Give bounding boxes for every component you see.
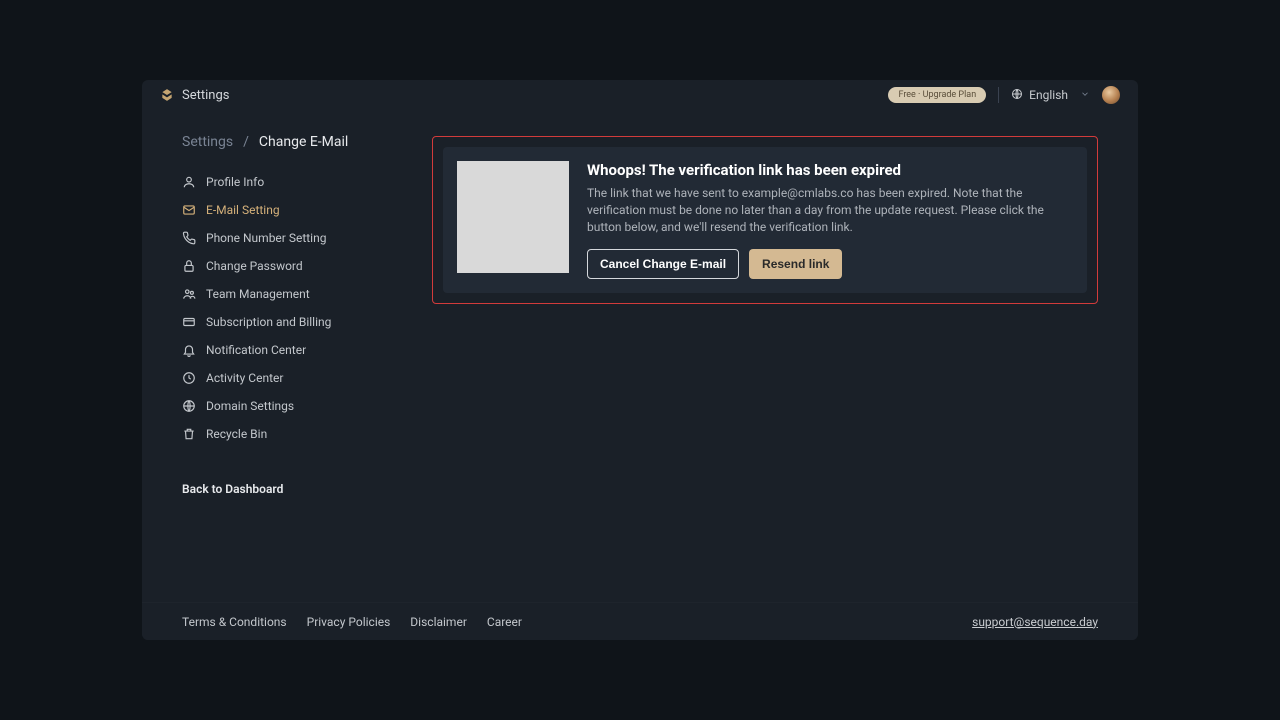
card-icon	[182, 315, 196, 329]
nav-label: Profile Info	[206, 175, 264, 189]
nav-label: Recycle Bin	[206, 427, 267, 441]
app-logo-icon	[160, 88, 174, 102]
mail-icon	[182, 203, 196, 217]
alert-content: Whoops! The verification link has been e…	[587, 161, 1073, 279]
breadcrumb: Settings / Change E-Mail	[182, 134, 392, 150]
alert-buttons: Cancel Change E-mail Resend link	[587, 249, 1073, 279]
globe-icon	[1011, 88, 1023, 103]
breadcrumb-current: Change E-Mail	[259, 134, 348, 150]
nav-label: Team Management	[206, 287, 310, 301]
language-selector[interactable]: English	[1011, 88, 1090, 103]
user-icon	[182, 175, 196, 189]
nav-item-notification-center[interactable]: Notification Center	[182, 338, 392, 362]
language-label: English	[1029, 88, 1068, 102]
app-frame: Settings Free · Upgrade Plan English Set…	[142, 80, 1138, 640]
nav-item-team-management[interactable]: Team Management	[182, 282, 392, 306]
settings-nav: Profile Info E-Mail Setting Phone Number…	[182, 170, 392, 446]
illustration-placeholder	[457, 161, 569, 273]
header-title: Settings	[182, 88, 229, 103]
footer-link-terms[interactable]: Terms & Conditions	[182, 615, 287, 629]
body: Settings / Change E-Mail Profile Info E-…	[142, 110, 1138, 602]
footer-links: Terms & Conditions Privacy Policies Disc…	[182, 615, 522, 629]
nav-item-change-password[interactable]: Change Password	[182, 254, 392, 278]
main-panel: Whoops! The verification link has been e…	[432, 134, 1098, 602]
nav-label: Activity Center	[206, 371, 283, 385]
nav-label: Domain Settings	[206, 399, 294, 413]
nav-item-domain-settings[interactable]: Domain Settings	[182, 394, 392, 418]
nav-item-recycle-bin[interactable]: Recycle Bin	[182, 422, 392, 446]
nav-label: E-Mail Setting	[206, 203, 280, 217]
team-icon	[182, 287, 196, 301]
header-left: Settings	[160, 88, 229, 103]
alert-outline: Whoops! The verification link has been e…	[432, 136, 1098, 304]
nav-label: Subscription and Billing	[206, 315, 331, 329]
alert-body-text: The link that we have sent to example@cm…	[587, 185, 1073, 235]
support-email-link[interactable]: support@sequence.day	[972, 615, 1098, 629]
lock-icon	[182, 259, 196, 273]
trash-icon	[182, 427, 196, 441]
divider	[998, 87, 999, 103]
globe-icon	[182, 399, 196, 413]
header-right: Free · Upgrade Plan English	[888, 86, 1120, 104]
footer-link-career[interactable]: Career	[487, 615, 522, 629]
nav-item-activity-center[interactable]: Activity Center	[182, 366, 392, 390]
left-column: Settings / Change E-Mail Profile Info E-…	[182, 134, 392, 602]
nav-label: Phone Number Setting	[206, 231, 326, 245]
nav-label: Change Password	[206, 259, 303, 273]
footer-link-privacy[interactable]: Privacy Policies	[307, 615, 391, 629]
alert-title: Whoops! The verification link has been e…	[587, 161, 1073, 179]
breadcrumb-separator: /	[243, 134, 249, 150]
footer-link-disclaimer[interactable]: Disclaimer	[410, 615, 467, 629]
bell-icon	[182, 343, 196, 357]
phone-icon	[182, 231, 196, 245]
nav-item-email-setting[interactable]: E-Mail Setting	[182, 198, 392, 222]
footer: Terms & Conditions Privacy Policies Disc…	[142, 602, 1138, 640]
chevron-down-icon	[1080, 89, 1090, 102]
alert-card: Whoops! The verification link has been e…	[443, 147, 1087, 293]
avatar[interactable]	[1102, 86, 1120, 104]
back-to-dashboard-link[interactable]: Back to Dashboard	[182, 482, 392, 496]
upgrade-plan-pill[interactable]: Free · Upgrade Plan	[888, 87, 986, 103]
nav-label: Notification Center	[206, 343, 306, 357]
breadcrumb-root[interactable]: Settings	[182, 134, 233, 150]
nav-item-profile-info[interactable]: Profile Info	[182, 170, 392, 194]
clock-icon	[182, 371, 196, 385]
nav-item-phone-number-setting[interactable]: Phone Number Setting	[182, 226, 392, 250]
header-bar: Settings Free · Upgrade Plan English	[142, 80, 1138, 110]
nav-item-subscription-billing[interactable]: Subscription and Billing	[182, 310, 392, 334]
resend-link-button[interactable]: Resend link	[749, 249, 842, 279]
cancel-change-email-button[interactable]: Cancel Change E-mail	[587, 249, 739, 279]
